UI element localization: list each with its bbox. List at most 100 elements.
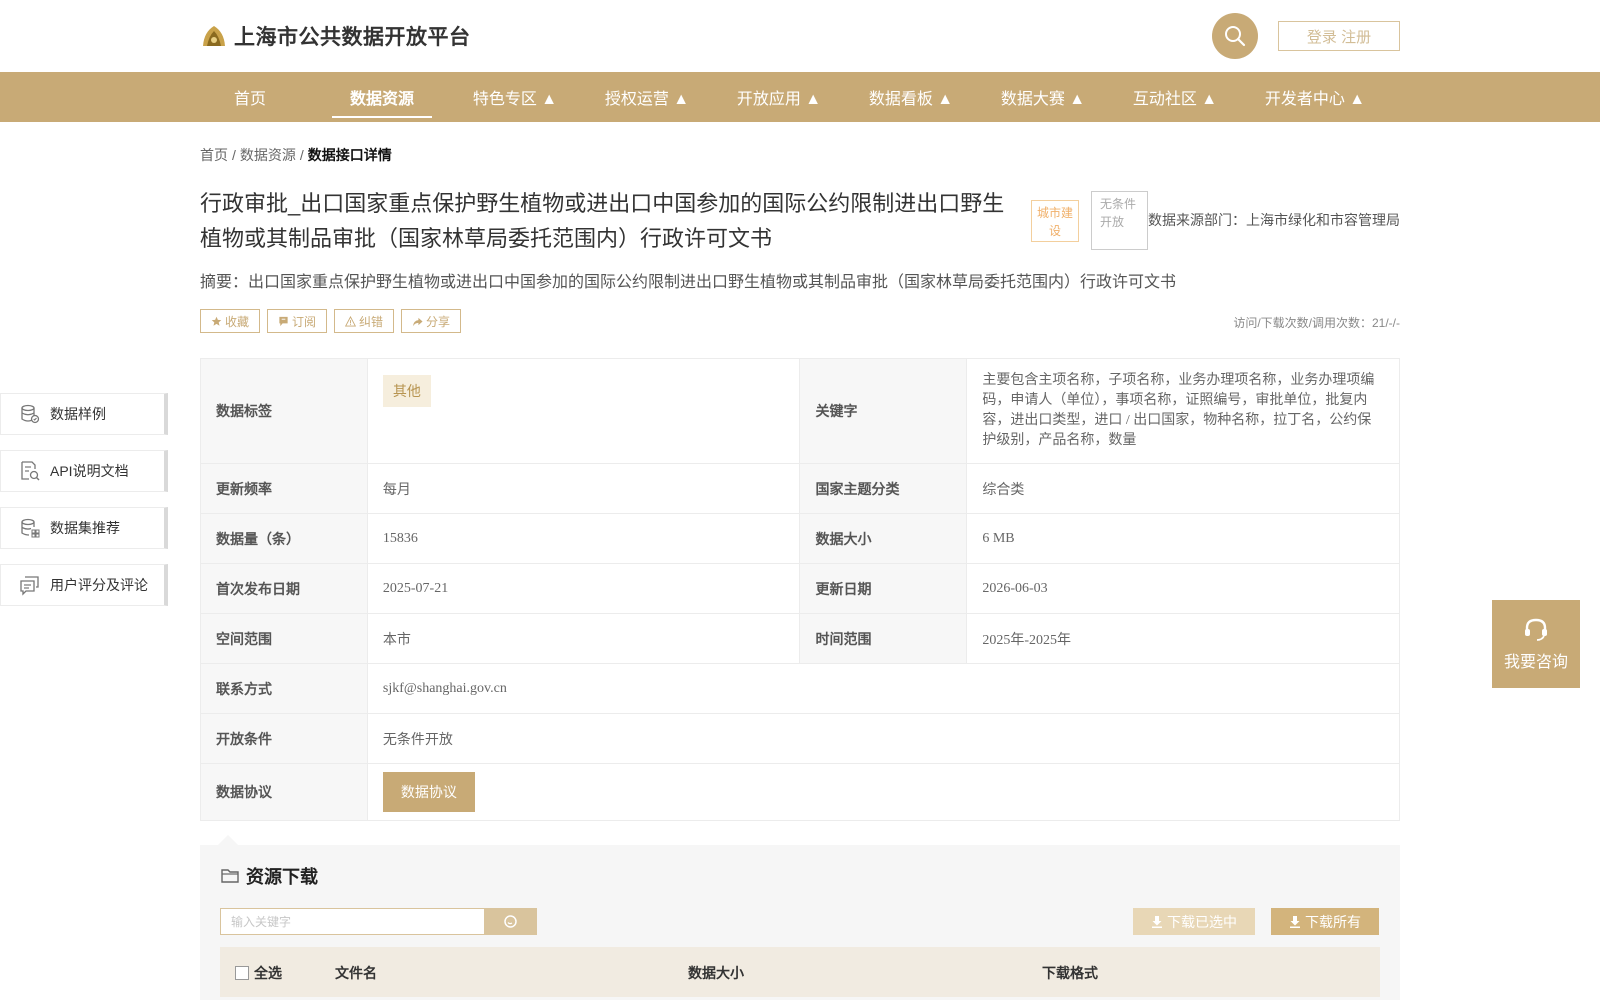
file-search-input[interactable] xyxy=(220,908,485,935)
open-condition-label: 开放条件 xyxy=(200,713,368,764)
download-section-pointer xyxy=(218,835,238,845)
breadcrumb-separator: / xyxy=(299,147,304,163)
share-icon xyxy=(412,317,423,326)
side-item-label: 数据集推荐 xyxy=(50,520,120,536)
database-icon xyxy=(21,404,40,424)
abstract-text: 摘要：出口国家重点保护野生植物或进出口中国参加的国际公约限制进出口野生植物或其制… xyxy=(200,274,1177,291)
nav-item-data-resources[interactable]: 数据资源 xyxy=(332,72,432,122)
breadcrumb-separator: / xyxy=(232,147,236,163)
consult-label: 我要咨询 xyxy=(1503,654,1568,671)
download-selected-label: 下载已选中 xyxy=(1167,913,1237,930)
breadcrumb-home[interactable]: 首页 xyxy=(200,147,228,163)
download-all-button[interactable]: 下载所有 xyxy=(1271,908,1379,935)
search-icon xyxy=(504,914,517,928)
warning-icon xyxy=(345,315,357,327)
nav-item-home[interactable]: 首页 xyxy=(210,72,290,122)
logo-icon xyxy=(203,26,225,46)
update-frequency-value: 每月 xyxy=(366,463,801,514)
favorite-label: 收藏 xyxy=(225,314,250,329)
action-buttons: 收藏 订阅 纠错 分享 xyxy=(200,309,462,333)
star-icon xyxy=(211,316,222,326)
page-title: 行政审批_出口国家重点保护野生植物或进出口中国参加的国际公约限制进出口野生植物或… xyxy=(200,191,1005,251)
site-logo[interactable]: 上海市公共数据开放平台 xyxy=(200,20,471,52)
table-row: 数据量（条） 15836 数据大小 6 MB xyxy=(200,513,1400,564)
search-icon xyxy=(1225,26,1246,47)
download-icon xyxy=(1152,915,1162,928)
share-button[interactable]: 分享 xyxy=(401,309,462,333)
download-title-text: 资源下载 xyxy=(246,867,318,887)
select-all-checkbox[interactable] xyxy=(235,966,249,980)
spatial-scope-value: 本市 xyxy=(366,613,801,664)
database-grid-icon xyxy=(21,518,40,538)
nav-item-competition[interactable]: 数据大赛 ▲ xyxy=(988,72,1098,122)
download-icon xyxy=(1290,915,1300,928)
update-date-value: 2026-06-03 xyxy=(966,563,1400,614)
update-frequency-label: 更新频率 xyxy=(200,463,368,514)
main-nav: 首页 数据资源 特色专区 ▲ 授权运营 ▲ 开放应用 ▲ 数据看板 ▲ 数据大赛… xyxy=(0,72,1600,122)
side-item-data-sample[interactable]: 数据样例 xyxy=(0,393,168,435)
record-count-value: 15836 xyxy=(366,513,801,564)
data-size-label: 数据大小 xyxy=(799,513,968,564)
subscribe-button[interactable]: 订阅 xyxy=(267,309,328,333)
category-tag: 城市建设 xyxy=(1031,200,1079,242)
nav-item-authorized-ops[interactable]: 授权运营 ▲ xyxy=(592,72,702,122)
share-label: 分享 xyxy=(426,314,451,329)
keyword-label: 关键字 xyxy=(799,358,968,464)
login-register-button[interactable]: 登录 注册 xyxy=(1278,21,1400,51)
update-date-label: 更新日期 xyxy=(799,563,968,614)
site-title: 上海市公共数据开放平台 xyxy=(234,26,471,49)
time-range-value: 2025年-2025年 xyxy=(966,613,1400,664)
data-size-value: 6 MB xyxy=(966,513,1400,564)
table-row: 数据协议 数据协议 xyxy=(200,763,1401,821)
table-row: 数据标签 其他 关键字 主要包含主项名称，子项名称，业务办理项名称，业务办理项编… xyxy=(200,358,1400,464)
side-item-ratings-comments[interactable]: 用户评分及评论 xyxy=(0,564,168,606)
favorite-button[interactable]: 收藏 xyxy=(200,309,261,333)
data-tag-chip[interactable]: 其他 xyxy=(382,375,431,407)
download-all-label: 下载所有 xyxy=(1305,913,1361,930)
header-search-button[interactable] xyxy=(1212,13,1258,59)
nav-item-special-zone[interactable]: 特色专区 ▲ xyxy=(460,72,570,122)
consult-float-button[interactable]: 我要咨询 xyxy=(1492,600,1580,688)
keyword-value: 主要包含主项名称，子项名称，业务办理项名称，业务办理项编码，申请人（单位），事项… xyxy=(966,358,1400,464)
side-item-dataset-recommend[interactable]: 数据集推荐 xyxy=(0,507,168,549)
nav-item-developer[interactable]: 开发者中心 ▲ xyxy=(1252,72,1378,122)
contact-value: sjkf@shanghai.gov.cn xyxy=(366,663,1401,714)
table-row: 首次发布日期 2025-07-21 更新日期 2026-06-03 xyxy=(200,563,1400,614)
national-theme-label: 国家主题分类 xyxy=(799,463,968,514)
breadcrumb-section[interactable]: 数据资源 xyxy=(240,147,296,163)
national-theme-value: 综合类 xyxy=(966,463,1400,514)
headset-icon xyxy=(1525,618,1547,641)
data-agreement-cell: 数据协议 xyxy=(366,763,1401,821)
nav-item-community[interactable]: 互动社区 ▲ xyxy=(1120,72,1230,122)
data-tag-label: 数据标签 xyxy=(200,358,368,464)
contact-label: 联系方式 xyxy=(200,663,368,714)
resource-download-section: 资源下载 下载已选中 下载所有 全选 文件名 数据大小 下载格式 xyxy=(200,845,1400,1000)
file-table-header: 全选 文件名 数据大小 下载格式 xyxy=(220,947,1380,997)
select-all-label: 全选 xyxy=(254,965,282,981)
record-count-label: 数据量（条） xyxy=(200,513,368,564)
side-item-label: 数据样例 xyxy=(50,406,106,422)
spatial-scope-label: 空间范围 xyxy=(200,613,368,664)
data-tag-cell: 其他 xyxy=(366,358,801,464)
source-department: 数据来源部门：上海市绿化和市容管理局 xyxy=(1148,212,1400,228)
side-item-api-docs[interactable]: API说明文档 xyxy=(0,450,168,492)
column-download-format: 下载格式 xyxy=(1042,965,1098,981)
doc-search-icon xyxy=(21,461,40,481)
table-row: 开放条件 无条件开放 xyxy=(200,713,1401,764)
nav-item-dashboard[interactable]: 数据看板 ▲ xyxy=(856,72,966,122)
side-item-label: 用户评分及评论 xyxy=(50,577,148,593)
nav-item-open-apps[interactable]: 开放应用 ▲ xyxy=(724,72,834,122)
folder-icon xyxy=(221,869,239,883)
subscribe-label: 订阅 xyxy=(292,314,317,329)
select-all-checkbox-wrap[interactable]: 全选 xyxy=(235,963,282,983)
data-agreement-button[interactable]: 数据协议 xyxy=(382,772,475,812)
data-agreement-label: 数据协议 xyxy=(200,763,368,821)
breadcrumb-current: 数据接口详情 xyxy=(307,147,392,163)
comment-icon xyxy=(20,576,39,596)
open-type-tag: 无条件开放 xyxy=(1091,191,1148,250)
file-search-button[interactable] xyxy=(485,908,537,935)
download-section-title: 资源下载 xyxy=(220,863,318,889)
report-error-button[interactable]: 纠错 xyxy=(334,309,395,333)
download-selected-button[interactable]: 下载已选中 xyxy=(1133,908,1255,935)
open-condition-value: 无条件开放 xyxy=(366,713,1401,764)
